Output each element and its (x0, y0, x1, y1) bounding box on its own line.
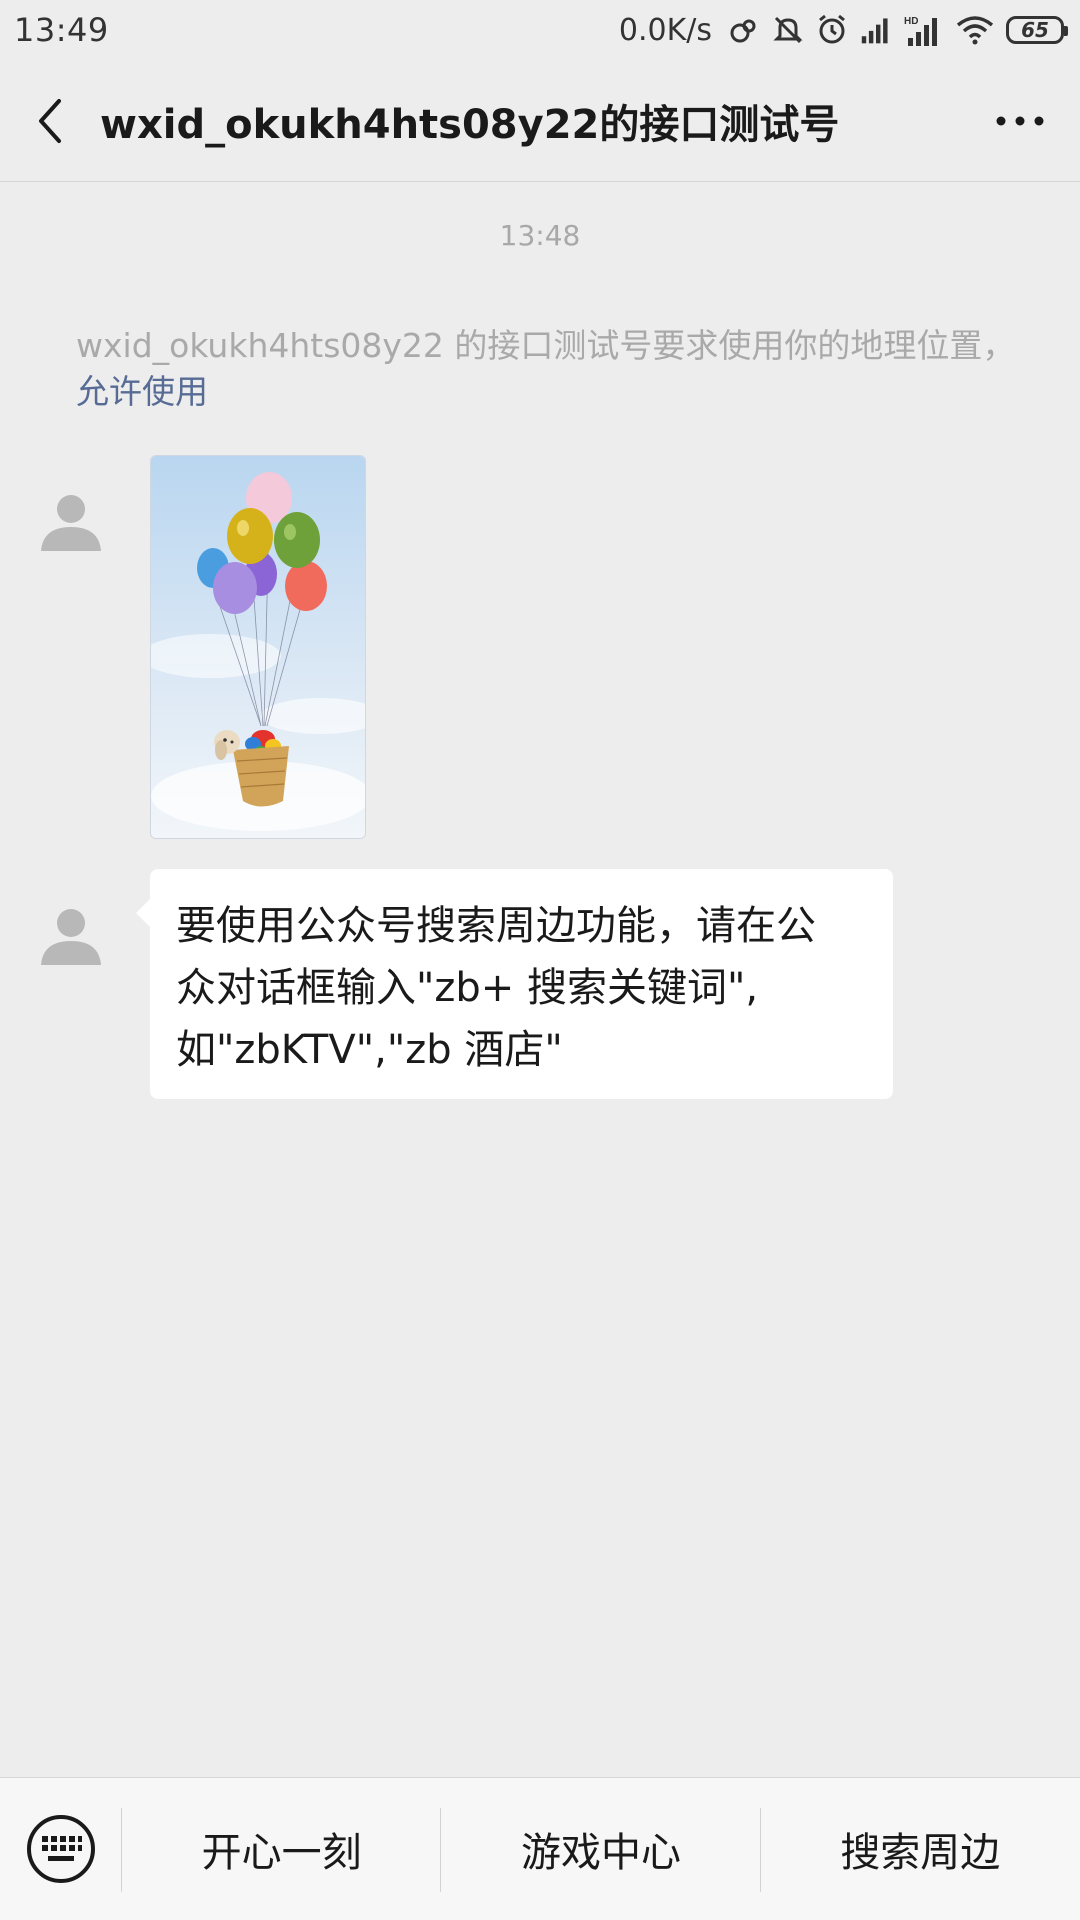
more-dots-icon (996, 116, 1044, 125)
mute-icon (772, 14, 804, 46)
avatar[interactable] (26, 463, 116, 553)
message-timestamp: 13:48 (499, 219, 581, 252)
status-icons: 0.0K/s HD 65 (618, 12, 1068, 48)
system-message-text: wxid_okukh4hts08y22 的接口测试号要求使用你的地理位置， (76, 326, 1016, 365)
text-message-bubble[interactable]: 要使用公众号搜索周边功能，请在公 众对话框输入"zb+ 搜索关键词", 如"zb… (136, 869, 893, 1099)
net-speed: 0.0K/s (618, 12, 712, 48)
menu-item-fun-moment[interactable]: 开心一刻 (122, 1778, 442, 1920)
status-time: 13:49 (14, 11, 109, 49)
chat-title: wxid_okukh4hts08y22的接口测试号 (100, 101, 840, 148)
image-message[interactable] (150, 455, 366, 839)
link-icon (728, 14, 760, 46)
title-bar: wxid_okukh4hts08y22的接口测试号 (0, 60, 1080, 182)
alarm-icon (816, 14, 848, 46)
chevron-left-icon (39, 98, 61, 143)
avatar[interactable] (26, 877, 116, 967)
message-line: 如"zbKTV","zb 酒店" (176, 1027, 563, 1073)
default-avatar-icon (41, 909, 101, 965)
hd-signal-icon: HD (904, 14, 944, 46)
svg-text:HD: HD (904, 16, 918, 27)
back-button[interactable] (0, 60, 100, 182)
balloon-photo (151, 456, 365, 838)
status-bar: 13:49 0.0K/s HD 65 (0, 0, 1080, 60)
menu-item-search-nearby[interactable]: 搜索周边 (761, 1778, 1080, 1920)
battery-icon: 65 (1006, 16, 1068, 44)
message-line: 众对话框输入"zb+ 搜索关键词", (176, 965, 759, 1011)
system-message: wxid_okukh4hts08y22 的接口测试号要求使用你的地理位置， 允许使… (76, 323, 1016, 415)
keyboard-toggle-button[interactable] (0, 1778, 122, 1920)
signal-icon (860, 14, 892, 46)
chat-area[interactable]: 13:48 wxid_okukh4hts08y22 的接口测试号要求使用你的地理… (0, 183, 1080, 1777)
menu-item-game-center[interactable]: 游戏中心 (441, 1778, 761, 1920)
more-button[interactable] (960, 60, 1080, 182)
default-avatar-icon (41, 495, 101, 551)
keyboard-icon (27, 1815, 95, 1883)
allow-location-link[interactable]: 允许使用 (76, 372, 208, 411)
wifi-icon (956, 14, 994, 46)
bottom-menu-bar: 开心一刻 游戏中心 搜索周边 (0, 1777, 1080, 1920)
message-line: 要使用公众号搜索周边功能，请在公 (176, 903, 816, 949)
